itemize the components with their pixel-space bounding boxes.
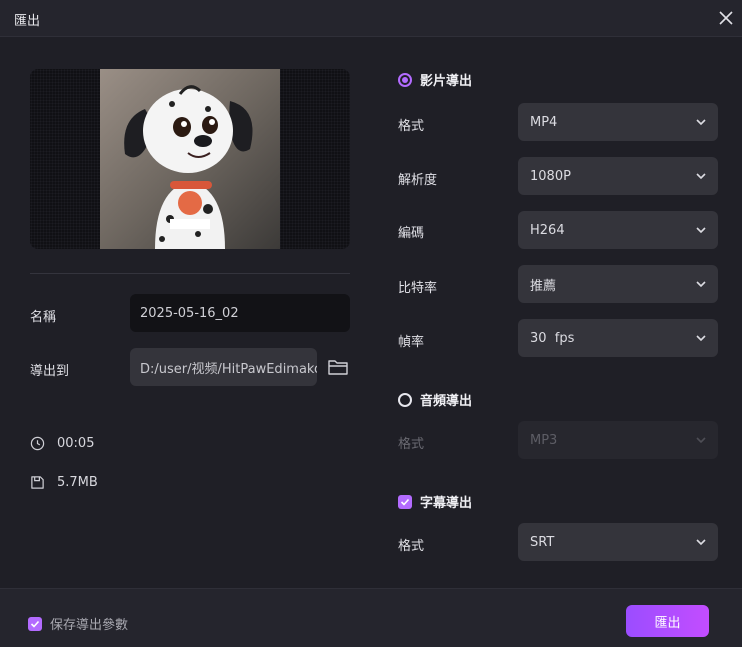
file-size-value: 5.7MB (57, 475, 98, 490)
save-disk-icon (31, 476, 44, 489)
audio-format-value: MP3 (530, 432, 558, 448)
video-format-select[interactable]: MP4 (518, 103, 718, 141)
bitrate-select[interactable]: 推薦 (518, 265, 718, 303)
file-size-info: 5.7MB (30, 475, 98, 490)
subtitle-export-title: 字幕導出 (420, 496, 473, 511)
save-params-option[interactable]: 保存導出參數 (28, 614, 128, 633)
checkmark-icon (400, 498, 410, 506)
chevron-down-icon (696, 335, 706, 342)
codec-value: H264 (530, 222, 565, 238)
divider (30, 273, 350, 274)
video-preview (30, 69, 350, 249)
audio-format-select: MP3 (518, 421, 718, 459)
framerate-value: 30 fps (530, 330, 575, 346)
subtitle-export-checkbox[interactable] (398, 494, 412, 509)
name-input[interactable]: 2025-05-16_02 (130, 294, 350, 332)
clock-icon (30, 436, 45, 451)
codec-select[interactable]: H264 (518, 211, 718, 249)
chevron-down-icon (696, 281, 706, 288)
chevron-down-icon (696, 437, 706, 444)
resolution-select[interactable]: 1080P (518, 157, 718, 195)
duration-info: 00:05 (30, 436, 94, 451)
export-path-field[interactable]: D:/user/视频/HitPawEdimakor (130, 348, 317, 386)
subtitle-format-value: SRT (530, 534, 555, 550)
save-params-label: 保存導出參數 (50, 618, 129, 633)
chevron-down-icon (696, 539, 706, 546)
audio-export-option[interactable]: 音頻導出 (398, 390, 472, 409)
chevron-down-icon (696, 173, 706, 180)
audio-export-radio[interactable] (398, 392, 412, 407)
checkmark-icon (30, 620, 40, 628)
audio-export-title: 音頻導出 (420, 394, 473, 409)
preview-thumbnail (100, 69, 280, 249)
video-export-option[interactable]: 影片導出 (398, 70, 472, 89)
title-bar: 匯出 (0, 0, 742, 37)
video-format-label: 格式 (398, 119, 425, 134)
save-params-checkbox[interactable] (28, 616, 42, 631)
close-button[interactable] (712, 4, 740, 32)
resolution-label: 解析度 (398, 173, 438, 188)
audio-format-label: 格式 (398, 437, 425, 452)
video-export-title: 影片導出 (420, 74, 473, 89)
video-export-radio[interactable] (398, 72, 412, 87)
resolution-value: 1080P (530, 168, 571, 184)
chevron-down-icon (696, 119, 706, 126)
chevron-down-icon (696, 227, 706, 234)
dialog-title: 匯出 (14, 14, 41, 29)
subtitle-format-select[interactable]: SRT (518, 523, 718, 561)
codec-label: 編碼 (398, 226, 425, 241)
bitrate-value: 推薦 (530, 278, 557, 294)
name-label: 名稱 (30, 310, 57, 325)
export-button[interactable]: 匯出 (626, 605, 709, 637)
close-icon (719, 11, 733, 25)
export-to-label: 導出到 (30, 364, 70, 379)
duration-value: 00:05 (57, 436, 95, 451)
video-format-value: MP4 (530, 114, 558, 130)
bitrate-label: 比特率 (398, 281, 438, 296)
subtitle-export-option[interactable]: 字幕導出 (398, 492, 472, 511)
framerate-label: 幀率 (398, 335, 425, 350)
subtitle-format-label: 格式 (398, 539, 425, 554)
folder-icon[interactable] (327, 357, 349, 377)
framerate-select[interactable]: 30 fps (518, 319, 718, 357)
